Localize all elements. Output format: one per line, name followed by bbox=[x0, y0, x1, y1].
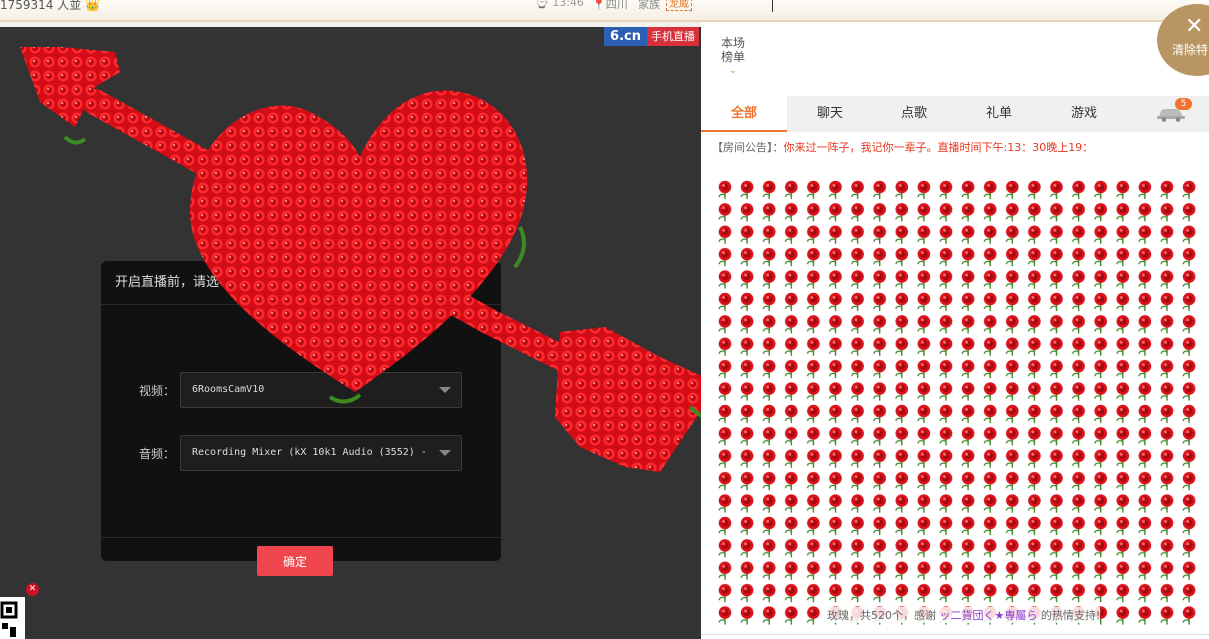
site-logo: 6.cn 手机直播 bbox=[604, 27, 699, 46]
clear-effects-label: 清除特 bbox=[1172, 43, 1209, 57]
video-row: 视频： 6RoomsCamV10 bbox=[101, 372, 501, 408]
chevron-down-icon[interactable] bbox=[439, 387, 451, 393]
gift-suffix: 的热情支持! bbox=[1040, 609, 1101, 622]
dialog-title: 开启直播前，请选 bbox=[101, 261, 501, 305]
rose-gift-display bbox=[714, 178, 1200, 626]
logo-tag: 手机直播 bbox=[647, 27, 699, 46]
announcement-label: 【房间公告】： bbox=[712, 141, 784, 154]
audio-row: 音频： Recording Mixer (kX 10k1 Audio (3552… bbox=[101, 435, 501, 471]
gift-thanks-message: 玫瑰，共520个，感谢 ッ二貨団く★専屬ら 的热情支持! bbox=[827, 607, 1101, 623]
rank-label-line1: 本场 bbox=[720, 36, 745, 50]
logo-brand: 6.cn bbox=[604, 27, 647, 46]
audio-label: 音频： bbox=[139, 447, 176, 461]
tab-gift-list[interactable]: 礼单 bbox=[956, 96, 1042, 132]
video-player[interactable]: 6.cn 手机直播 开启直播前，请选 视频： 6RoomsCamV10 音频： … bbox=[0, 27, 701, 639]
audio-device-select[interactable]: Recording Mixer (kX 10k1 Audio (3552) - bbox=[180, 435, 462, 471]
chevron-down-icon: ⌄ bbox=[728, 65, 738, 76]
close-icon: ✕ bbox=[1185, 14, 1204, 39]
video-label: 视频： bbox=[139, 384, 176, 398]
dialog-footer-divider bbox=[101, 537, 501, 538]
tab-chat[interactable]: 聊天 bbox=[787, 96, 873, 132]
video-device-select[interactable]: 6RoomsCamV10 bbox=[180, 372, 462, 408]
confirm-button[interactable]: 确定 bbox=[257, 546, 333, 576]
chat-panel: 本场 榜单 ⌄ 全部 聊天 点歌 礼单 游戏 5 【房间公告】：你来过一阵子，我… bbox=[701, 22, 1209, 639]
announcement-text: 你来过一阵子，我记你一辈子。直播时间下午:13：30晚上19： bbox=[783, 141, 1094, 154]
divider bbox=[772, 0, 773, 12]
gift-prefix: 玫瑰，共520个，感谢 bbox=[827, 609, 936, 622]
location-text: 📍四川 bbox=[592, 0, 628, 11]
room-announcement: 【房间公告】：你来过一阵子，我记你一辈子。直播时间下午:13：30晚上19： bbox=[712, 139, 1093, 155]
start-live-dialog: 开启直播前，请选 视频： 6RoomsCamV10 音频： Recording … bbox=[101, 261, 501, 576]
rank-list-toggle[interactable]: 本场 榜单 ⌄ bbox=[713, 36, 753, 78]
clock-text: ⌚ 13:46 bbox=[535, 0, 584, 9]
chevron-down-icon[interactable] bbox=[439, 450, 451, 456]
divider bbox=[701, 634, 1209, 635]
top-status-bar: 1759314 人並 👑 ⌚ 13:46 📍四川 家族 龙威 bbox=[0, 0, 1209, 22]
gift-user-name[interactable]: ッ二貨団く★専屬ら bbox=[940, 609, 1038, 622]
family-label: 家族 bbox=[638, 0, 660, 11]
car-count-badge: 5 bbox=[1175, 98, 1192, 110]
close-icon[interactable]: ✕ bbox=[26, 583, 39, 596]
family-badge[interactable]: 龙威 bbox=[666, 0, 692, 11]
qr-code-image[interactable] bbox=[0, 597, 25, 639]
tab-song-request[interactable]: 点歌 bbox=[871, 96, 957, 132]
viewer-count: 1759314 人並 👑 bbox=[0, 0, 101, 12]
chat-tabs: 全部 聊天 点歌 礼单 游戏 5 bbox=[701, 96, 1209, 132]
tab-games[interactable]: 游戏 bbox=[1041, 96, 1127, 132]
rank-label-line2: 榜单 bbox=[720, 50, 745, 64]
tab-all[interactable]: 全部 bbox=[701, 96, 787, 132]
